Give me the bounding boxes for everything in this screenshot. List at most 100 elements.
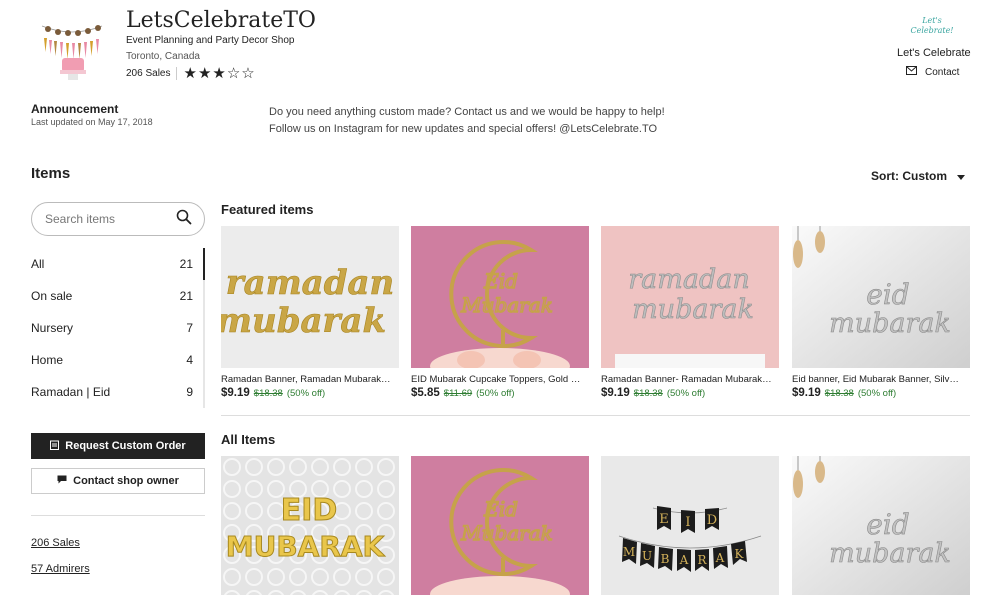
svg-text:A: A <box>715 551 725 565</box>
listing-card[interactable]: ramadan mubarak Ramadan Banner, Ramadan … <box>221 226 399 399</box>
svg-text:Celebrate!: Celebrate! <box>910 26 953 35</box>
envelope-icon <box>906 66 917 78</box>
listing-price: $9.19 $18.38 (50% off) <box>601 387 779 399</box>
search-box[interactable] <box>31 202 205 236</box>
category-ramadan-eid[interactable]: Ramadan | Eid 9 <box>31 376 203 408</box>
category-on-sale[interactable]: On sale 21 <box>31 280 203 312</box>
listing-title[interactable]: Ramadan Banner- Ramadan Mubarak banner <box>601 374 773 385</box>
svg-text:Eid: Eid <box>483 497 518 521</box>
category-home[interactable]: Home 4 <box>31 344 203 376</box>
svg-text:mubarak: mubarak <box>632 294 754 325</box>
listing-card[interactable]: Eid Mubarak EID Mubarak Cupcake Toppers,… <box>411 226 589 399</box>
svg-text:D: D <box>707 513 717 528</box>
caret-down-icon <box>957 169 965 183</box>
sort-label: Sort: Custom <box>871 169 947 183</box>
announcement-line-2: Follow us on Instagram for new updates a… <box>269 123 658 135</box>
owner-name[interactable]: Let's Celebrate <box>897 47 971 59</box>
clipboard-icon <box>50 440 60 453</box>
svg-text:ramadan: ramadan <box>226 263 394 303</box>
category-nursery[interactable]: Nursery 7 <box>31 312 203 344</box>
divider <box>176 67 178 80</box>
announcement-line-1: Do you need anything custom made? Contac… <box>269 106 665 118</box>
contact-label: Contact <box>925 66 960 78</box>
svg-text:M: M <box>623 545 635 559</box>
category-count: 9 <box>186 385 193 399</box>
listing-image[interactable]: ramadan mubarak <box>601 226 779 368</box>
price-discount: (50% off) <box>666 388 706 399</box>
message-icon <box>57 475 67 487</box>
active-category-indicator <box>203 248 205 280</box>
category-label: Ramadan | Eid <box>31 385 111 399</box>
svg-text:R: R <box>697 553 707 567</box>
admirers-link[interactable]: 57 Admirers <box>31 563 90 575</box>
svg-text:eid: eid <box>866 278 909 311</box>
sort-dropdown[interactable]: Sort: Custom <box>871 169 965 183</box>
price-original: $18.38 <box>253 388 283 399</box>
category-all[interactable]: All 21 <box>31 248 203 280</box>
sales-link[interactable]: 206 Sales <box>31 537 80 549</box>
listing-image[interactable]: ramadan mubarak <box>221 226 399 368</box>
listing-image[interactable]: Eid Mubarak <box>411 456 589 595</box>
featured-items-heading: Featured items <box>221 202 314 217</box>
svg-text:U: U <box>642 549 652 563</box>
svg-text:eid: eid <box>866 508 909 541</box>
contact-shop-owner-button[interactable]: Contact shop owner <box>31 468 205 494</box>
price-current: $9.19 <box>792 387 821 399</box>
price-discount: (50% off) <box>286 388 326 399</box>
listing-price: $5.85 $11.69 (50% off) <box>411 387 589 399</box>
star-rating[interactable]: ★ ★ ★ ☆ ☆ <box>183 64 255 82</box>
all-items-heading: All Items <box>221 432 276 447</box>
svg-text:EID: EID <box>281 493 338 528</box>
svg-text:MUBARAK: MUBARAK <box>226 530 386 563</box>
category-label: All <box>31 257 45 271</box>
svg-text:A: A <box>679 553 689 567</box>
listing-image[interactable]: E I D M U B A R A K <box>601 456 779 595</box>
search-input[interactable] <box>45 212 165 226</box>
owner-logo[interactable]: Let's Celebrate! <box>908 12 956 38</box>
svg-text:Mubarak: Mubarak <box>460 293 553 317</box>
announcement-title: Announcement <box>31 102 119 116</box>
request-custom-order-label: Request Custom Order <box>65 440 186 452</box>
listing-image[interactable]: eid mubarak <box>792 226 970 368</box>
price-original: $18.38 <box>824 388 854 399</box>
shop-sales-count: 206 Sales <box>126 68 171 79</box>
listing-title[interactable]: EID Mubarak Cupcake Toppers, Gold Glitte… <box>411 374 583 385</box>
listing-price: $9.19 $18.38 (50% off) <box>221 387 399 399</box>
shop-location: Toronto, Canada <box>126 51 200 62</box>
listing-price: $9.19 $18.38 (50% off) <box>792 387 970 399</box>
listing-title[interactable]: Eid banner, Eid Mubarak Banner, Silver E… <box>792 374 964 385</box>
svg-text:E: E <box>659 512 669 527</box>
announcement-text: Do you need anything custom made? Contac… <box>269 104 665 138</box>
svg-text:K: K <box>735 547 745 561</box>
price-original: $11.69 <box>443 388 473 399</box>
category-count: 21 <box>179 257 193 271</box>
contact-button[interactable]: Contact <box>906 66 959 78</box>
price-discount: (50% off) <box>476 388 515 399</box>
items-heading: Items <box>31 165 71 182</box>
category-count: 4 <box>186 353 193 367</box>
divider <box>221 415 970 416</box>
star-filled-icon: ★ <box>197 64 212 82</box>
listing-title[interactable]: Ramadan Banner, Ramadan Mubarak banner <box>221 374 393 385</box>
category-label: Nursery <box>31 321 74 335</box>
price-current: $9.19 <box>601 387 630 399</box>
svg-text:Eid: Eid <box>483 269 518 293</box>
category-count: 21 <box>179 289 193 303</box>
divider <box>31 515 205 516</box>
svg-text:mubarak: mubarak <box>829 308 951 339</box>
svg-text:I: I <box>685 515 690 530</box>
category-count: 7 <box>186 321 193 335</box>
category-label: On sale <box>31 289 73 303</box>
listing-image[interactable]: eid mubarak <box>792 456 970 595</box>
star-filled-icon: ★ <box>183 64 197 82</box>
listing-image[interactable]: Eid Mubarak <box>411 226 589 368</box>
request-custom-order-button[interactable]: Request Custom Order <box>31 433 205 459</box>
search-icon[interactable] <box>176 209 192 230</box>
star-empty-icon: ☆ <box>241 64 255 82</box>
listing-card[interactable]: ramadan mubarak Ramadan Banner- Ramadan … <box>601 226 779 399</box>
listing-image[interactable]: EID MUBARAK <box>221 456 399 595</box>
svg-text:Let's: Let's <box>921 16 942 25</box>
shop-tagline: Event Planning and Party Decor Shop <box>126 35 295 46</box>
price-original: $18.38 <box>633 388 663 399</box>
listing-card[interactable]: eid mubarak Eid banner, Eid Mubarak Bann… <box>792 226 970 399</box>
